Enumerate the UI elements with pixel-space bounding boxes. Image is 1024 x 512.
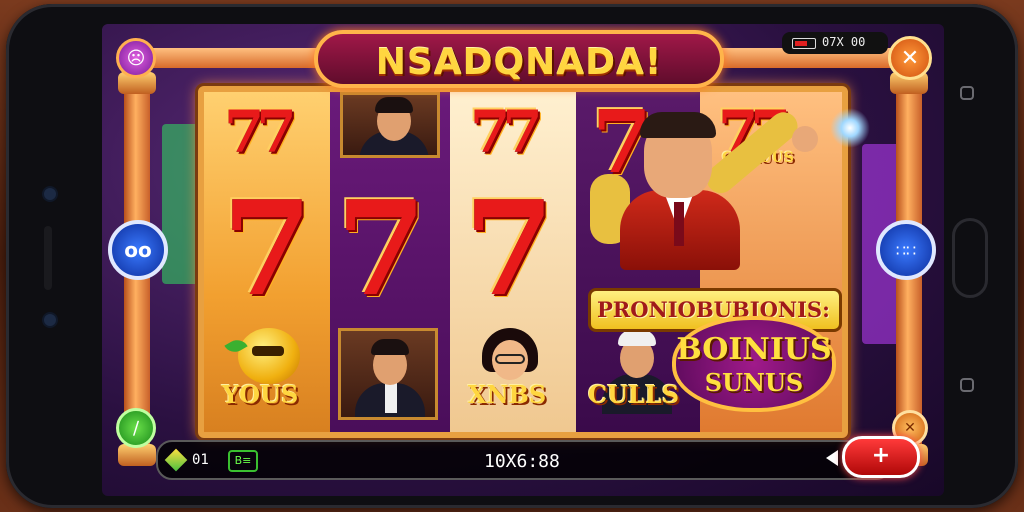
slash-icon: ∕ xyxy=(132,417,140,439)
bottom-bar: 01 B≡ 10X6:88 xyxy=(156,440,892,480)
close-button[interactable]: ✕ xyxy=(888,36,932,80)
total-display: 10X6:88 xyxy=(484,451,560,472)
background-lights xyxy=(162,124,202,284)
phone-frame: 77 7 YOUS 7 77 7 XNBS 7 CULLS 77 PRONIOB… xyxy=(6,4,1018,508)
camera-icon xyxy=(44,188,56,200)
right-side-button[interactable]: ∷∷ xyxy=(876,220,936,280)
plus-icon: + xyxy=(871,443,891,468)
status-time: 07X 00 xyxy=(822,35,866,49)
glasses-icon xyxy=(495,354,525,364)
game-title: NSADQNADA! xyxy=(375,42,663,83)
green-action-button[interactable]: ∕ xyxy=(116,408,156,448)
seven-symbol-big: 7 xyxy=(464,172,555,325)
home-button[interactable] xyxy=(952,218,988,298)
spin-button[interactable]: + xyxy=(842,436,920,478)
reel-1: 77 7 YOUS xyxy=(204,92,330,432)
left-side-button[interactable]: oo xyxy=(108,220,168,280)
status-pill: 07X 00 xyxy=(782,32,888,54)
menu-button[interactable]: ☹ xyxy=(116,38,156,78)
emoji-ball-symbol xyxy=(238,328,300,384)
bonus-line-2: SUNUS xyxy=(704,368,804,397)
title-plate: NSADQNADA! xyxy=(314,30,724,88)
bonus-bubble: BOINIUS SUNUS xyxy=(672,316,836,412)
seven-symbol-small: 77 xyxy=(470,98,543,166)
battery-icon xyxy=(792,38,816,49)
seven-symbol-big: 7 xyxy=(336,172,427,325)
speaker-grille xyxy=(44,226,52,290)
bottom-label: 01 xyxy=(192,452,209,468)
grid-dots-icon: ∷∷ xyxy=(895,240,917,260)
sensor-icon xyxy=(44,314,56,326)
back-nav-icon[interactable] xyxy=(960,378,974,392)
reel-2: 7 xyxy=(330,92,450,432)
ball-symbol-label: YOUS xyxy=(222,380,299,409)
chip-icon[interactable]: B≡ xyxy=(228,450,258,472)
businessman-portrait xyxy=(338,328,438,420)
recent-apps-icon[interactable] xyxy=(960,86,974,100)
swirl-icon: ☹ xyxy=(126,47,146,69)
woman-symbol-label: XNBS xyxy=(468,380,547,409)
gem-icon xyxy=(164,448,188,472)
bonus-line-1: BOINIUS xyxy=(676,332,832,367)
man-portrait-top xyxy=(340,92,440,158)
arrow-left-icon xyxy=(826,450,838,466)
host-character xyxy=(590,94,850,294)
sparkle-icon xyxy=(830,108,870,148)
game-screen: 77 7 YOUS 7 77 7 XNBS 7 CULLS 77 PRONIOB… xyxy=(102,24,944,496)
cross-icon: ✕ xyxy=(904,420,916,436)
seven-symbol-small: 77 xyxy=(224,98,297,166)
reel-3: 77 7 XNBS xyxy=(450,92,576,432)
bonus-banner[interactable]: PRONIOBUBJONIS: BOINIUS SUNUS xyxy=(588,288,842,418)
dots-icon: oo xyxy=(124,238,152,262)
seven-symbol-big: 7 xyxy=(222,172,313,325)
promo-title: PRONIOBUBJONIS: xyxy=(597,297,830,322)
close-icon: ✕ xyxy=(900,45,920,71)
